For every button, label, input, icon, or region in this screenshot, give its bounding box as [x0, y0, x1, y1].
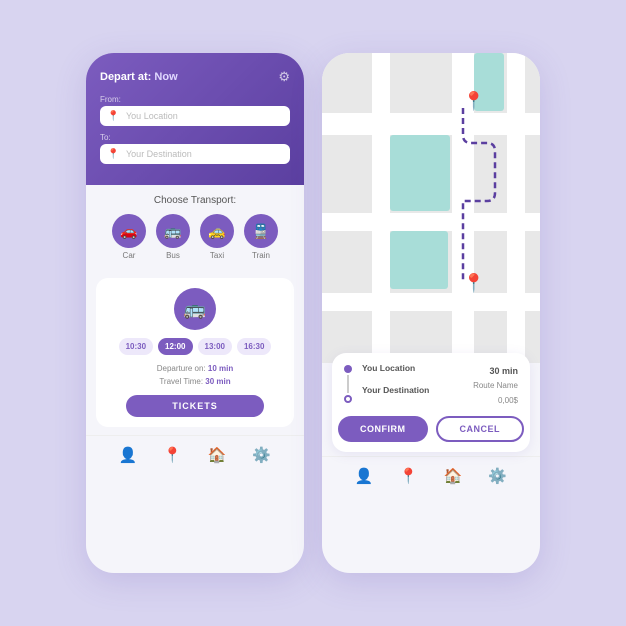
transport-bus[interactable]: 🚌 Bus	[156, 214, 190, 260]
transport-icons: 🚗 Car 🚌 Bus 🚕 Taxi 🚆 Train	[100, 214, 290, 260]
phone-left: Depart at: Now ⚙ From: 📍 You Location To…	[86, 53, 304, 573]
dot-origin	[344, 365, 352, 373]
departure-info: Departure on: 10 min Travel Time: 30 min	[106, 363, 284, 389]
phone-right: 📍 📍 You Location Your Destination 30 min…	[322, 53, 540, 573]
gear-icon[interactable]: ⚙	[278, 69, 290, 85]
from-location: You Location	[362, 363, 463, 373]
schedule-section: 🚌 10:30 12:00 13:00 16:30 Departure on: …	[96, 278, 294, 427]
route-info: 30 min Route Name 0,00$	[473, 363, 518, 408]
locations: You Location Your Destination	[362, 363, 463, 408]
nav-location-icon-r[interactable]: 📍	[399, 467, 418, 485]
nav-settings-icon-r[interactable]: ⚙️	[488, 467, 507, 485]
car-label: Car	[123, 251, 136, 260]
nav-home-icon-r[interactable]: 🏠	[444, 467, 463, 485]
time-slot-1030[interactable]: 10:30	[119, 338, 153, 355]
transport-train[interactable]: 🚆 Train	[244, 214, 278, 260]
nav-person-icon-r[interactable]: 👤	[355, 467, 374, 485]
train-label: Train	[252, 251, 270, 260]
info-card: You Location Your Destination 30 min Rou…	[332, 353, 530, 452]
pin-top: 📍	[463, 91, 485, 112]
pin-bottom: 📍	[463, 273, 485, 294]
action-buttons: CONFIRM CANCEL	[344, 416, 518, 442]
transport-taxi[interactable]: 🚕 Taxi	[200, 214, 234, 260]
tickets-button[interactable]: TICKETS	[126, 395, 264, 417]
car-circle: 🚗	[112, 214, 146, 248]
from-pin-icon: 📍	[107, 111, 119, 122]
time-slot-1630[interactable]: 16:30	[237, 338, 271, 355]
nav-home-icon[interactable]: 🏠	[208, 446, 227, 464]
bus-icon-center: 🚌	[106, 288, 284, 330]
route-svg	[322, 53, 540, 363]
time-slots: 10:30 12:00 13:00 16:30	[106, 338, 284, 355]
map-area: 📍 📍	[322, 53, 540, 363]
time-slot-1300[interactable]: 13:00	[198, 338, 232, 355]
transport-car[interactable]: 🚗 Car	[112, 214, 146, 260]
train-circle: 🚆	[244, 214, 278, 248]
dot-line	[347, 375, 349, 393]
map-bg: 📍 📍	[322, 53, 540, 363]
from-input[interactable]: 📍 You Location	[100, 106, 290, 126]
nav-settings-icon[interactable]: ⚙️	[252, 446, 271, 464]
route-dots	[344, 363, 352, 408]
cancel-button[interactable]: CANCEL	[436, 416, 525, 442]
phones-container: Depart at: Now ⚙ From: 📍 You Location To…	[86, 53, 540, 573]
left-header: Depart at: Now ⚙ From: 📍 You Location To…	[86, 53, 304, 185]
dot-dest	[344, 395, 352, 403]
depart-label: Depart at: Now	[100, 71, 178, 83]
from-input-group: From: 📍 You Location	[100, 95, 290, 126]
to-input-group: To: 📍 Your Destination	[100, 133, 290, 164]
bottom-nav-right: 👤 📍 🏠 ⚙️	[322, 456, 540, 495]
info-card-top: You Location Your Destination 30 min Rou…	[344, 363, 518, 408]
transport-section: Choose Transport: 🚗 Car 🚌 Bus 🚕 Taxi 🚆 T…	[86, 185, 304, 270]
taxi-circle: 🚕	[200, 214, 234, 248]
bus-circle: 🚌	[156, 214, 190, 248]
confirm-button[interactable]: CONFIRM	[338, 416, 428, 442]
to-label: To:	[100, 133, 290, 142]
bus-label: Bus	[166, 251, 180, 260]
from-label: From:	[100, 95, 290, 104]
taxi-label: Taxi	[210, 251, 224, 260]
transport-title: Choose Transport:	[100, 195, 290, 206]
bottom-nav-left: 👤 📍 🏠 ⚙️	[86, 435, 304, 474]
nav-location-icon[interactable]: 📍	[163, 446, 182, 464]
to-pin-icon: 📍	[107, 149, 119, 160]
to-input[interactable]: 📍 Your Destination	[100, 144, 290, 164]
bus-circle-large: 🚌	[174, 288, 216, 330]
to-location: Your Destination	[362, 385, 463, 395]
time-slot-1200[interactable]: 12:00	[158, 338, 192, 355]
nav-person-icon[interactable]: 👤	[119, 446, 138, 464]
